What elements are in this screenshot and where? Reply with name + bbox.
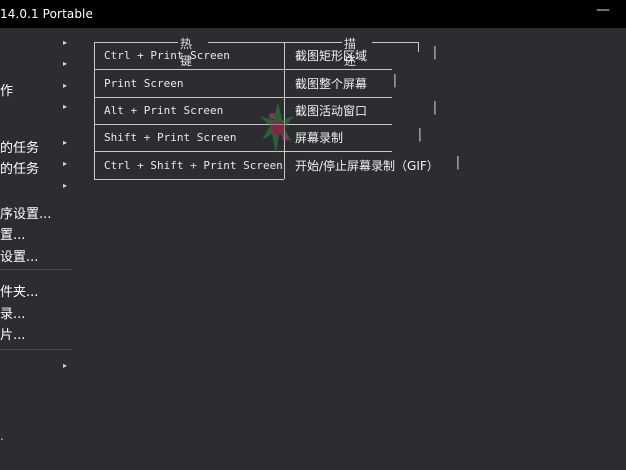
menu-item[interactable]: 录... bbox=[0, 302, 72, 322]
hotkey-key: Print Screen bbox=[104, 77, 184, 90]
menu-item[interactable]: 序设置... bbox=[0, 202, 72, 222]
menu-trailing-dot: . bbox=[0, 429, 4, 443]
submenu-arrow-icon: ▸ bbox=[63, 138, 68, 147]
hotkey-description: 屏幕录制 bbox=[295, 131, 344, 145]
context-menu: ▸ ▸ 作 ▸ ▸ 的任务 ▸ 的任务 ▸ ▸ 序设置... 置... 设置... 件夹... 录... 片.… bbox=[0, 28, 72, 470]
hotkey-key: Alt + Print Screen bbox=[104, 104, 224, 117]
menu-item[interactable]: 置... bbox=[0, 223, 72, 243]
menu-item[interactable]: 片... bbox=[0, 323, 72, 343]
hotkey-row[interactable]: Ctrl + Shift + Print Screen 开始/停止屏幕录制（GIF… bbox=[94, 152, 462, 179]
hotkey-row[interactable]: Alt + Print Screen 截图活动窗口 | bbox=[94, 97, 439, 124]
row-separator bbox=[284, 124, 392, 125]
hotkey-key: Shift + Print Screen bbox=[104, 131, 237, 144]
submenu-arrow-icon: ▸ bbox=[63, 159, 68, 168]
watermark-logo-icon bbox=[260, 102, 294, 154]
menu-item[interactable]: ▸ bbox=[0, 36, 72, 56]
hotkey-row[interactable]: Ctrl + Print Screen 截图矩形区域 | bbox=[94, 42, 439, 69]
menu-item-label: 的任务 bbox=[0, 141, 40, 156]
hotkey-row[interactable]: Print Screen 截图整个屏幕 | bbox=[94, 70, 399, 97]
menu-separator bbox=[0, 349, 71, 350]
hotkey-key: Ctrl + Print Screen bbox=[104, 49, 230, 62]
submenu-arrow-icon: ▸ bbox=[63, 59, 68, 68]
row-end-bar: | bbox=[416, 127, 424, 142]
row-end-bar: | bbox=[391, 73, 399, 88]
row-separator bbox=[284, 151, 392, 152]
hotkey-description: 截图矩形区域 bbox=[295, 49, 368, 63]
table-bottom-border bbox=[94, 179, 284, 180]
menu-item-label: 片... bbox=[0, 328, 26, 343]
hotkey-row[interactable]: Shift + Print Screen 屏幕录制 | bbox=[94, 124, 424, 151]
menu-separator bbox=[0, 269, 71, 270]
hotkey-description: 截图整个屏幕 bbox=[295, 77, 368, 91]
row-end-bar: | bbox=[454, 155, 462, 170]
menu-item-label: 序设置... bbox=[0, 207, 52, 222]
menu-item[interactable]: ▸ bbox=[0, 100, 72, 120]
menu-item-label: 设置... bbox=[0, 250, 39, 265]
row-separator bbox=[284, 69, 392, 70]
row-end-bar: | bbox=[431, 45, 439, 60]
table-left-border bbox=[94, 42, 95, 179]
menu-item[interactable]: ▸ bbox=[0, 359, 72, 379]
menu-item[interactable]: ▸ bbox=[0, 57, 72, 77]
submenu-arrow-icon: ▸ bbox=[63, 181, 68, 190]
row-separator bbox=[284, 97, 392, 98]
title-bar: 14.0.1 Portable — bbox=[0, 0, 626, 28]
menu-item[interactable]: ▸ bbox=[0, 179, 72, 199]
row-end-bar: | bbox=[431, 100, 439, 115]
menu-item-label: 作 bbox=[0, 84, 14, 99]
table-right-border bbox=[418, 42, 419, 52]
menu-item[interactable]: 的任务 ▸ bbox=[0, 136, 72, 156]
submenu-arrow-icon: ▸ bbox=[63, 81, 68, 90]
submenu-arrow-icon: ▸ bbox=[63, 38, 68, 47]
menu-item-label: 置... bbox=[0, 228, 26, 243]
submenu-arrow-icon: ▸ bbox=[63, 102, 68, 111]
window-title: 14.0.1 Portable bbox=[0, 7, 93, 21]
table-top-border bbox=[372, 42, 418, 43]
minimize-button[interactable]: — bbox=[596, 2, 610, 18]
menu-item-label: 录... bbox=[0, 307, 26, 322]
menu-item[interactable]: 的任务 ▸ bbox=[0, 157, 72, 177]
submenu-arrow-icon: ▸ bbox=[63, 361, 68, 370]
menu-item[interactable]: 作 ▸ bbox=[0, 79, 72, 99]
hotkey-description: 截图活动窗口 bbox=[295, 104, 368, 118]
hotkey-description: 开始/停止屏幕录制（GIF） bbox=[295, 159, 439, 173]
hotkey-key: Ctrl + Shift + Print Screen bbox=[104, 159, 283, 172]
menu-item-label: 的任务 bbox=[0, 162, 40, 177]
menu-item[interactable]: 设置... bbox=[0, 245, 72, 265]
menu-item-label: 件夹... bbox=[0, 285, 39, 300]
menu-item[interactable]: 件夹... bbox=[0, 280, 72, 300]
